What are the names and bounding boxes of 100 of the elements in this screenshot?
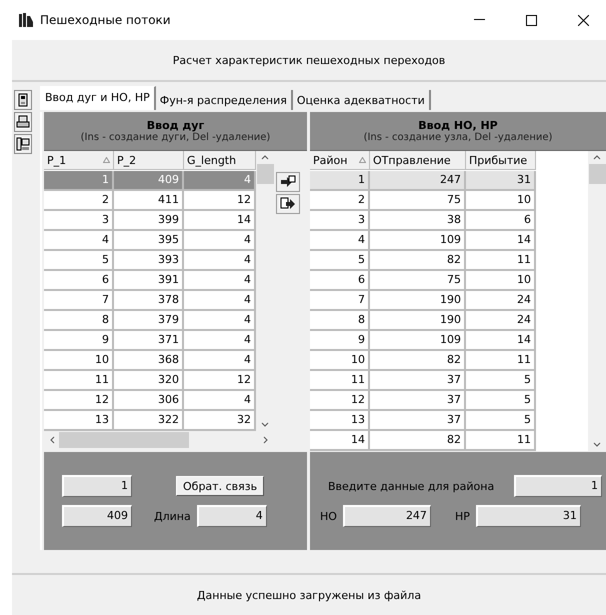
table-cell: 9 (44, 331, 114, 351)
scroll-left-icon[interactable] (50, 436, 55, 444)
form-header: Расчет характеристик пешеходных переходов (12, 40, 606, 82)
table-cell: 190 (370, 311, 466, 331)
computer-icon[interactable] (14, 134, 32, 154)
tab[interactable]: Ввод дуг и НО, НР (40, 86, 156, 110)
sort-arrow-icon (359, 157, 366, 163)
arc-start-field[interactable]: 1 (62, 475, 132, 497)
table-cell: 190 (370, 291, 466, 311)
table-cell: 31 (466, 171, 536, 191)
length-field[interactable]: 4 (196, 505, 267, 527)
table-cell: 82 (370, 351, 466, 371)
table-cell: 10 (310, 351, 370, 371)
table-cell: 37 (370, 411, 466, 431)
column-header[interactable]: P_2 (114, 151, 184, 170)
table-cell: 371 (114, 331, 184, 351)
table-cell: 11 (466, 251, 536, 271)
table-cell: 24 (466, 291, 536, 311)
table-cell: 4 (184, 171, 256, 191)
scroll-down-icon[interactable] (261, 422, 269, 427)
column-header[interactable]: ОТправление (370, 151, 466, 170)
table-cell: 11 (310, 371, 370, 391)
table-cell: 2 (44, 191, 114, 211)
table-cell: 12 (310, 391, 370, 411)
district-prompt: Введите данные для района (327, 480, 496, 492)
column-header[interactable]: G_length (184, 151, 256, 170)
table-cell: 5 (310, 251, 370, 271)
table-cell: 1 (310, 171, 370, 191)
arc-end-field[interactable]: 409 (62, 505, 132, 527)
scroll-right-icon[interactable] (263, 436, 268, 444)
table-cell: 8 (310, 311, 370, 331)
table-cell: 12 (44, 391, 114, 411)
column-header[interactable]: Район (310, 151, 370, 170)
scroll-up-icon[interactable] (261, 155, 269, 160)
table-cell: 368 (114, 351, 184, 371)
table-cell: 320 (114, 371, 184, 391)
table-cell: 9 (310, 331, 370, 351)
export-icon[interactable] (276, 194, 300, 214)
close-icon[interactable] (578, 14, 588, 26)
scroll-up-icon[interactable] (593, 155, 601, 160)
table-cell: 3 (310, 211, 370, 231)
maximize-icon[interactable] (526, 14, 536, 26)
app-icon (18, 12, 34, 28)
import-icon[interactable] (276, 172, 300, 192)
panel-title: Ввод дуг (146, 119, 204, 132)
table-cell: 306 (114, 391, 184, 411)
panel-hint: (Ins - создание узла, Del -удаление) (364, 132, 552, 143)
table-cell: 4 (310, 231, 370, 251)
vertical-scrollbar[interactable] (588, 151, 606, 451)
minimize-icon[interactable] (474, 19, 484, 21)
column-header[interactable]: Прибытие (466, 151, 536, 170)
feedback-button[interactable]: Обрат. связь (176, 476, 264, 496)
table-cell: 13 (310, 411, 370, 431)
hp-field[interactable]: 31 (476, 505, 581, 527)
table-cell: 6 (44, 271, 114, 291)
table-cell: 10 (466, 271, 536, 291)
table-cell: 37 (370, 391, 466, 411)
device-icon[interactable] (14, 90, 32, 110)
table-cell: 82 (370, 251, 466, 271)
table-cell: 379 (114, 311, 184, 331)
table-cell: 411 (114, 191, 184, 211)
table-cell: 395 (114, 231, 184, 251)
table-cell: 75 (370, 271, 466, 291)
table-cell: 5 (466, 411, 536, 431)
table-cell: 247 (370, 171, 466, 191)
table-cell: 1 (44, 171, 114, 191)
table-cell: 8 (44, 311, 114, 331)
table-cell: 4 (44, 231, 114, 251)
printer-icon[interactable] (14, 112, 32, 132)
table-cell: 6 (466, 211, 536, 231)
table-cell: 75 (370, 191, 466, 211)
table-cell: 6 (310, 271, 370, 291)
table-cell: 24 (466, 311, 536, 331)
table-cell: 14 (466, 331, 536, 351)
table-cell: 14 (466, 231, 536, 251)
table-cell: 109 (370, 331, 466, 351)
table-cell: 109 (370, 231, 466, 251)
table-cell: 5 (466, 371, 536, 391)
table-cell: 7 (44, 291, 114, 311)
table-cell: 3 (44, 211, 114, 231)
sort-arrow-icon (103, 157, 110, 163)
table-cell: 37 (370, 371, 466, 391)
district-field[interactable]: 1 (514, 475, 602, 497)
table-cell: 11 (44, 371, 114, 391)
scrollbar-thumb[interactable] (588, 164, 606, 184)
scrollbar-thumb[interactable] (59, 432, 189, 448)
column-header[interactable]: P_1 (44, 151, 114, 170)
table-cell: 11 (466, 351, 536, 371)
panel-hint: (Ins - создание дуги, Del -удаление) (80, 132, 270, 143)
status-message: Данные успешно загружены из файла (12, 573, 606, 615)
scrollbar-thumb[interactable] (256, 164, 274, 184)
table-cell: 391 (114, 271, 184, 291)
scroll-down-icon[interactable] (593, 442, 601, 447)
length-label: Длина (154, 510, 191, 522)
table-cell: 409 (114, 171, 184, 191)
hp-label: НР (454, 510, 470, 522)
table-cell: 5 (466, 391, 536, 411)
table-cell: 10 (466, 191, 536, 211)
ho-field[interactable]: 247 (342, 505, 431, 527)
panel-title: Ввод НО, НР (418, 119, 498, 132)
